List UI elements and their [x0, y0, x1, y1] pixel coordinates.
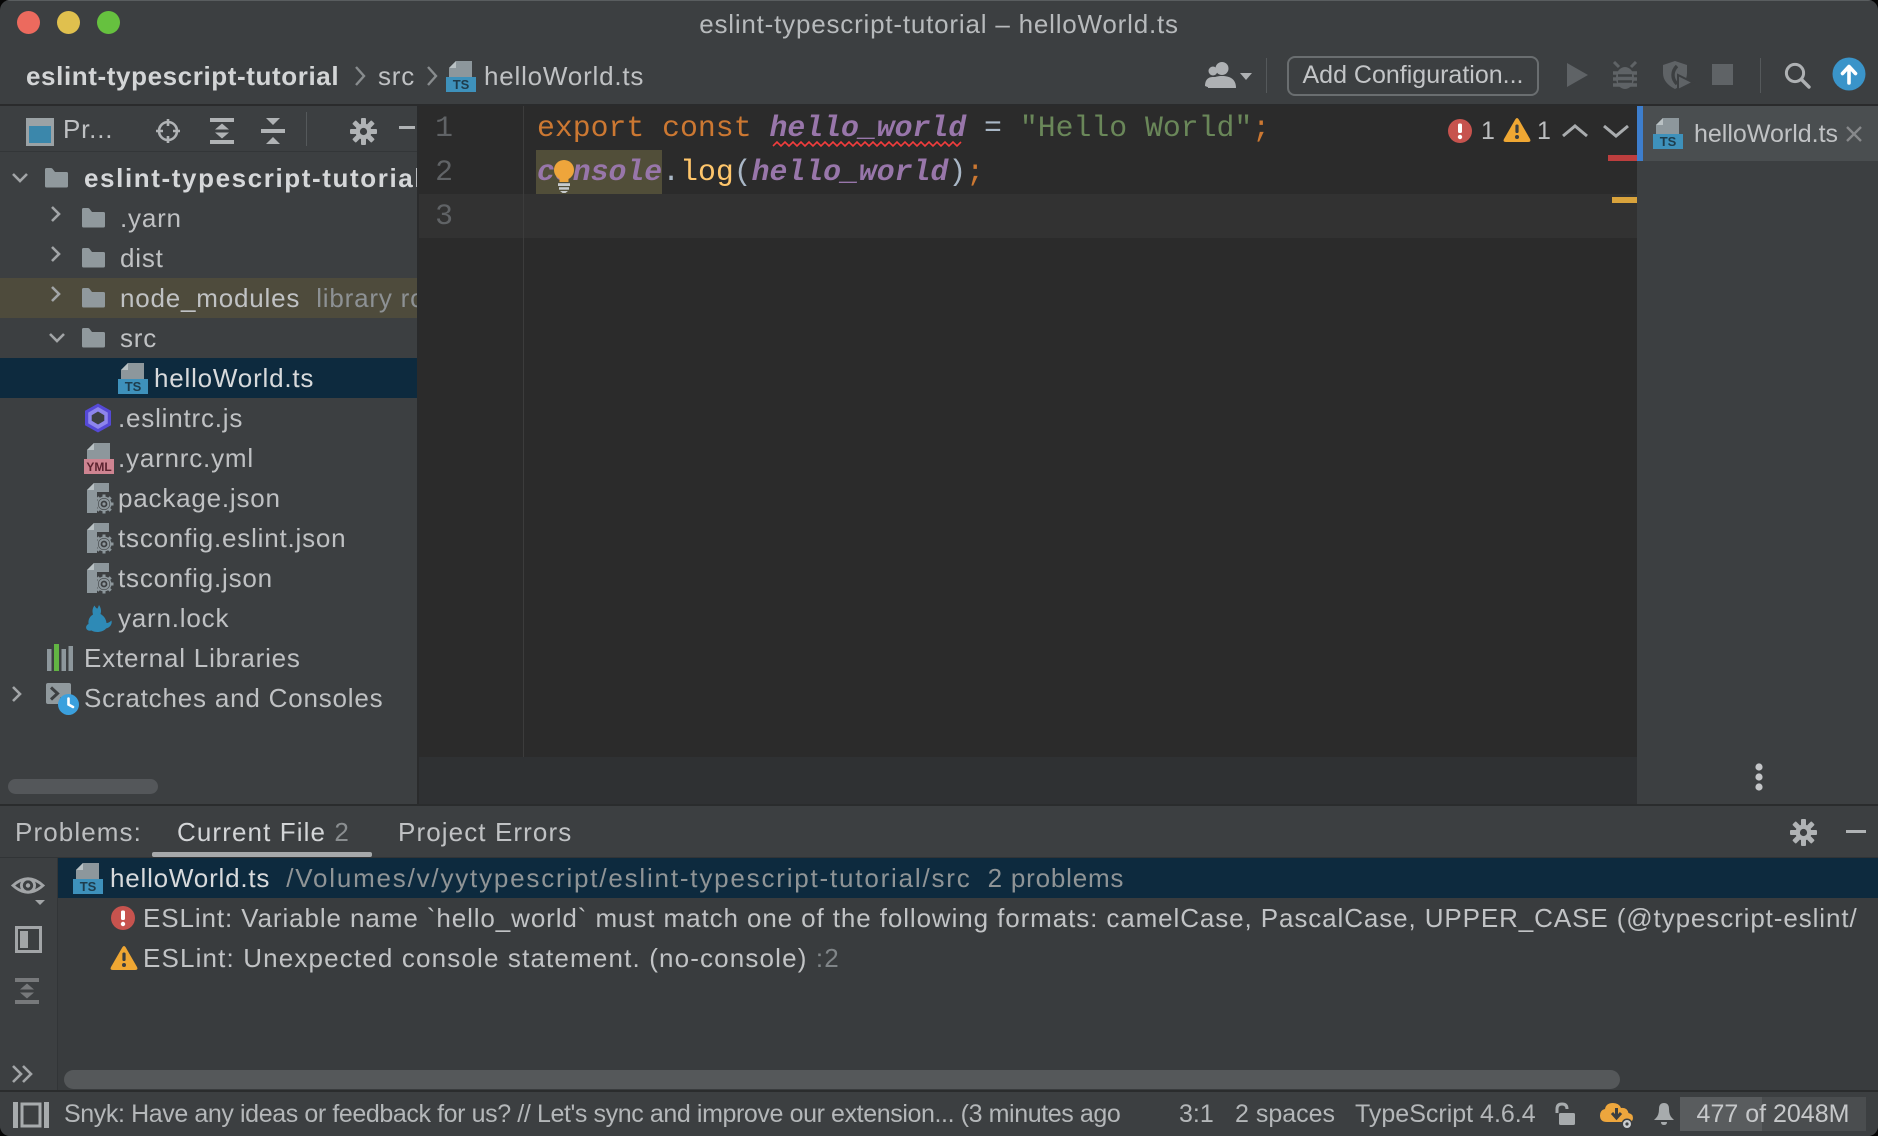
svg-text:TS: TS: [80, 879, 97, 894]
svg-text:TS: TS: [453, 77, 470, 92]
svg-text:TS: TS: [125, 379, 142, 394]
svg-text:TS: TS: [1660, 134, 1677, 149]
svg-text:YML: YML: [86, 460, 111, 474]
